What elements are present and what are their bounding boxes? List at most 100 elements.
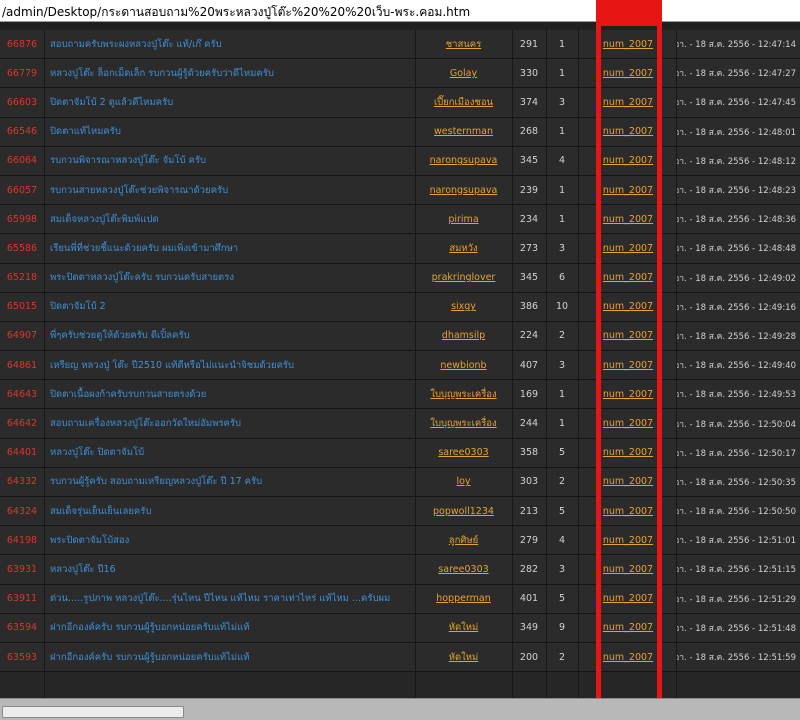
topic-title-link[interactable]: เหรียญ หลวงปู่ โต๊ะ ปี2510 แท้ดีหรือไม่แ… [50,351,435,379]
last-post-date: อา. - 18 ส.ค. 2556 - 12:51:48 [676,623,796,634]
last-poster-link[interactable]: num_2007 [596,468,660,496]
last-post-date: อา. - 18 ส.ค. 2556 - 12:51:29 [676,594,796,605]
author-link[interactable]: หัดใหม่ [415,643,512,671]
author-link[interactable]: หัดใหม่ [415,614,512,642]
last-poster-link[interactable]: num_2007 [596,614,660,642]
address-url[interactable]: /admin/Desktop/กระดานสอบถาม%20พระหลวงปู่… [2,3,470,22]
author-link[interactable]: newbionb [415,351,512,379]
author-link[interactable]: สมหวัง [415,234,512,262]
topic-id: 65015 [6,301,38,313]
scrollbar-thumb[interactable] [2,706,184,718]
last-poster-link[interactable]: num_2007 [596,439,660,467]
last-post-date: อา. - 18 ส.ค. 2556 - 12:51:59 [676,653,796,664]
topic-title-link[interactable]: ปิดตาแท้ไหมครับ [50,118,435,146]
topic-title-link[interactable]: รบกวนสายหลวงปู่โต๊ะช่วยพิจารณาด้วยครับ [50,176,435,204]
topic-title-link[interactable]: รบกวนพิจารณาหลวงปู่โต๊ะ จัมโบ้ ครับ [50,147,435,175]
horizontal-scrollbar[interactable] [0,698,800,720]
table-row: 63593 ฝากอีกองค์ครับ รบกวนผู้รู้บอกหน่อยค… [0,642,800,673]
author-link[interactable]: saree0303 [415,439,512,467]
topic-title-link[interactable]: หลวงปู่โต๊ะ ปี16 [50,555,435,583]
last-poster-link[interactable]: num_2007 [596,147,660,175]
topic-title-link[interactable]: ปิดตาเนื้อผงก้าครับรบกวนสายตรงด้วย [50,380,435,408]
last-post-date: อา. - 18 ส.ค. 2556 - 12:47:14 [676,40,796,51]
view-count: 234 [519,213,539,225]
author-link[interactable]: dhamsilp [415,322,512,350]
topic-id: 63911 [6,593,38,605]
view-count: 374 [519,96,539,108]
topic-title-link[interactable]: รบกวนผู้รู้ครับ สอบถามเหรียญหลวงปู่โต๊ะ … [50,468,435,496]
last-poster-link[interactable]: num_2007 [596,264,660,292]
last-poster-link[interactable]: num_2007 [596,176,660,204]
last-poster-link[interactable]: num_2007 [596,30,660,58]
author-link[interactable]: westernman [415,118,512,146]
table-row: 63594 ฝากอีกองค์ครับ รบกวนผู้รู้บอกหน่อยค… [0,613,800,643]
last-poster-link[interactable]: num_2007 [596,118,660,146]
author-link[interactable]: เปี๊ยกเมืองชอน [415,88,512,116]
last-poster-link[interactable]: num_2007 [596,585,660,613]
address-bar[interactable]: /admin/Desktop/กระดานสอบถาม%20พระหลวงปู่… [0,0,800,22]
reply-count: 2 [558,330,566,342]
table-row: 64332 รบกวนผู้รู้ครับ สอบถามเหรียญหลวงปู่… [0,467,800,497]
last-poster-link[interactable]: num_2007 [596,409,660,437]
reply-count: 4 [558,534,566,546]
last-poster-link[interactable]: num_2007 [596,351,660,379]
topic-title-link[interactable]: เรียนพี่ที่ช่วยชี้แนะด้วยครับ ผมเพิ่งเข้… [50,234,435,262]
last-post-date: อา. - 18 ส.ค. 2556 - 12:51:01 [676,536,796,547]
author-link[interactable]: narongsupava [415,147,512,175]
author-link[interactable]: ลูกศิษย์ [415,526,512,554]
topic-title-link[interactable]: พระปิดตาหลวงปู่โต๊ะครับ รบกวนครับสายตรง [50,264,435,292]
last-poster-link[interactable]: num_2007 [596,322,660,350]
topic-title-link[interactable]: หลวงปู่โต๊ะ ล็อกเม็ดเล็ก รบกวนผู้รู้ด้วย… [50,59,435,87]
topic-title-link[interactable]: พระปิดตาจัมโบ้สอง [50,526,435,554]
topic-title-link[interactable]: หลวงปู่โต๊ะ ปิดตาจัมโบ้ [50,439,435,467]
topic-id: 64642 [6,418,38,430]
last-poster-link[interactable]: num_2007 [596,59,660,87]
reply-count: 2 [558,476,566,488]
topic-title-link[interactable]: ปิดตาจัมโบ้ 2 ดูแล้วดีไหมครับ [50,88,435,116]
column-divider [415,30,416,698]
author-link[interactable]: ชาสนคร [415,30,512,58]
author-link[interactable]: hopperman [415,585,512,613]
topic-id: 66546 [6,126,38,138]
topic-title-link[interactable]: ฝากอีกองค์ครับ รบกวนผู้รู้บอกหน่อยครับแท… [50,643,435,671]
last-poster-link[interactable]: num_2007 [596,497,660,525]
topic-id: 66779 [6,67,38,79]
view-count: 401 [519,593,539,605]
topic-title-link[interactable]: ด่วน.....รูปภาพ หลวงปู่โต๊ะ....รุ่นไหน ป… [50,585,435,613]
table-row: 66779 หลวงปู่โต๊ะ ล็อกเม็ดเล็ก รบกวนผู้รู… [0,59,800,89]
author-link[interactable]: Golay [415,59,512,87]
topic-title-link[interactable]: พี่ๆครับช่วยดูให้ด้วยครับ ดีเปิ้ลครับ [50,322,435,350]
table-row: 66603 ปิดตาจัมโบ้ 2 ดูแล้วดีไหมครับ เปี๊ยก… [0,88,800,118]
topic-title-link[interactable]: สอบถามครับพระผงหลวงปู่โต๊ะ แท้/เก๊ ครับ [50,30,435,58]
topic-id: 64861 [6,359,38,371]
last-poster-link[interactable]: num_2007 [596,555,660,583]
last-poster-link[interactable]: num_2007 [596,88,660,116]
topic-title-link[interactable]: ปิดตาจัมโบ้ 2 [50,293,435,321]
author-link[interactable]: saree0303 [415,555,512,583]
author-link[interactable]: ใบบุญพระเครื่อง [415,380,512,408]
topic-id: 64643 [6,388,38,400]
reply-count: 9 [558,622,566,634]
topic-title-link[interactable]: ฝากอีกองค์ครับ รบกวนผู้รู้บอกหน่อยครับแท… [50,614,435,642]
last-poster-link[interactable]: num_2007 [596,234,660,262]
view-count: 345 [519,272,539,284]
last-poster-link[interactable]: num_2007 [596,380,660,408]
last-poster-link[interactable]: num_2007 [596,205,660,233]
author-link[interactable]: pirima [415,205,512,233]
topic-id: 66057 [6,184,38,196]
last-poster-link[interactable]: num_2007 [596,293,660,321]
last-poster-link[interactable]: num_2007 [596,643,660,671]
author-link[interactable]: sixgy [415,293,512,321]
author-link[interactable]: popwoll1234 [415,497,512,525]
author-link[interactable]: narongsupava [415,176,512,204]
topic-id: 65218 [6,272,38,284]
last-post-date: อา. - 18 ส.ค. 2556 - 12:47:45 [676,98,796,109]
topic-title-link[interactable]: สมเด็จรุ่นเย็นเย็นเลยครับ [50,497,435,525]
topic-title-link[interactable]: สมเด็จหลวงปู่โต๊ะพิมพ์แปด [50,205,435,233]
author-link[interactable]: prakringlover [415,264,512,292]
topic-title-link[interactable]: สอบถามเครื่องหลวงปู่โต๊ะออกวัดใหม่อัมพรค… [50,409,435,437]
last-poster-link[interactable]: num_2007 [596,526,660,554]
author-link[interactable]: ใบบุญพระเครื่อง [415,409,512,437]
author-link[interactable]: loy [415,468,512,496]
table-row: 65015 ปิดตาจัมโบ้ 2 sixgy 386 10 num_2007 อา. … [0,292,800,322]
